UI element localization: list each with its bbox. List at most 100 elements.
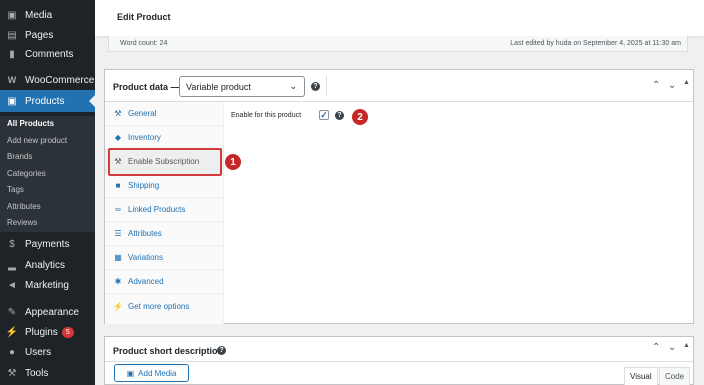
products-icon: ▣	[7, 95, 17, 107]
sidebar-item-label: Analytics	[25, 259, 66, 271]
sidebar-item-plugins[interactable]: ⚡ Plugins 5	[0, 321, 95, 343]
link-icon: ∞	[115, 205, 121, 214]
word-count-bar: Word count: 24 Last edited by huda on Se…	[108, 36, 688, 52]
sidebar-item-payments[interactable]: $ Payments	[0, 233, 95, 255]
plugins-icon: ⚡	[5, 326, 19, 338]
sidebar-item-users[interactable]: ● Users	[0, 341, 95, 363]
sidebar-item-label: Pages	[25, 29, 54, 41]
chevron-down-icon: ⌄	[289, 81, 297, 91]
checkmark-icon: ✓	[320, 109, 328, 120]
sidebar-item-appearance[interactable]: ✎ Appearance	[0, 301, 95, 323]
enable-for-product-label: Enable for this product	[231, 112, 302, 119]
word-count: Word count: 24	[120, 40, 168, 47]
submenu-add-new-product[interactable]: Add new product	[7, 136, 67, 145]
list-icon: ☰	[114, 229, 122, 238]
chevron-down-icon[interactable]: ⌄	[668, 342, 676, 353]
marketing-icon: ◄	[7, 279, 17, 291]
gear-icon: ✱	[114, 277, 122, 286]
submenu-all-products[interactable]: All Products	[7, 119, 54, 128]
submenu-tags[interactable]: Tags	[7, 185, 24, 194]
help-icon[interactable]: ?	[311, 82, 320, 91]
tab-inventory[interactable]: ◆ Inventory	[105, 126, 224, 150]
tab-attributes[interactable]: ☰ Attributes	[105, 222, 224, 246]
tab-label: General	[128, 109, 157, 118]
product-type-select[interactable]: Variable product ⌄	[179, 76, 305, 97]
sidebar-item-label: Payments	[25, 238, 70, 250]
short-description-title: Product short description	[113, 346, 224, 356]
woocommerce-icon: W	[7, 75, 17, 85]
chevron-up-icon[interactable]: ⌃	[652, 80, 660, 91]
tab-variations[interactable]: ▦ Variations	[105, 246, 224, 270]
sidebar-item-label: Appearance	[25, 306, 79, 318]
products-submenu: All Products Add new product Brands Cate…	[0, 116, 95, 232]
annotation-number-1: 1	[225, 154, 241, 170]
sidebar-item-label: Users	[25, 346, 52, 358]
submenu-brands[interactable]: Brands	[7, 152, 32, 161]
sidebar-item-label: Products	[25, 95, 65, 107]
sidebar-item-marketing[interactable]: ◄ Marketing	[0, 274, 95, 296]
last-edited: Last edited by huda on September 4, 2025…	[510, 40, 681, 47]
tab-label: Inventory	[128, 133, 161, 142]
product-type-value: Variable product	[186, 82, 251, 92]
sidebar-item-comments[interactable]: ▮ Comments	[0, 43, 95, 65]
tab-general[interactable]: ⚒ General	[105, 102, 224, 126]
tab-label: Attributes	[128, 229, 162, 238]
wrench-icon: ⚒	[114, 109, 122, 118]
users-icon: ●	[8, 346, 16, 358]
media-icon: ▣	[7, 9, 17, 21]
tab-shipping[interactable]: ■ Shipping	[105, 174, 224, 198]
sidebar-item-label: Media	[25, 9, 53, 21]
tab-label: Variations	[128, 253, 163, 262]
add-media-label: Add Media	[138, 368, 177, 378]
submenu-categories[interactable]: Categories	[7, 169, 46, 178]
help-icon[interactable]: ?	[217, 346, 226, 355]
add-media-button[interactable]: ▣ Add Media	[114, 364, 189, 382]
tab-visual[interactable]: Visual	[624, 367, 658, 385]
tab-linked-products[interactable]: ∞ Linked Products	[105, 198, 224, 222]
divider	[326, 76, 327, 96]
highlight-box	[108, 148, 222, 176]
product-data-title: Product data —	[113, 82, 180, 92]
analytics-icon: ▂	[8, 259, 16, 271]
tab-get-more-options[interactable]: ⚡ Get more options	[105, 294, 224, 318]
submenu-attributes[interactable]: Attributes	[7, 202, 41, 211]
tab-advanced[interactable]: ✱ Advanced	[105, 270, 224, 294]
sidebar-item-label: Marketing	[25, 279, 69, 291]
sidebar-item-label: Tools	[25, 367, 49, 379]
sidebar-item-label: Comments	[25, 48, 74, 60]
tab-label: Get more options	[128, 301, 190, 311]
sidebar-item-tools[interactable]: ⚒ Tools	[0, 362, 95, 384]
plugins-update-badge: 5	[61, 326, 74, 338]
tag-icon: ◆	[114, 133, 122, 142]
sidebar-item-woocommerce[interactable]: W WooCommerce	[0, 69, 95, 91]
tab-code[interactable]: Code	[659, 367, 691, 385]
chevron-up-icon[interactable]: ⌃	[652, 342, 660, 353]
divider	[105, 361, 693, 362]
page-title: Edit Product	[117, 12, 171, 22]
annotation-number-2: 2	[352, 109, 368, 125]
sidebar-item-analytics[interactable]: ▂ Analytics	[0, 254, 95, 276]
admin-sidebar: ▣ Media ▤ Pages ▮ Comments W WooCommerce ▣ Pr…	[0, 0, 95, 385]
product-data-tabs: ⚒ General ◆ Inventory ⚒ Enable Subscription…	[105, 102, 224, 324]
enable-for-product-checkbox[interactable]: ✓	[319, 110, 329, 120]
tools-icon: ⚒	[7, 367, 17, 379]
collapse-toggle-icon[interactable]: ▲	[683, 342, 690, 349]
pages-icon: ▤	[7, 29, 17, 41]
media-icon: ▣	[126, 368, 135, 378]
sidebar-item-media[interactable]: ▣ Media	[0, 4, 95, 26]
page-header: Edit Product	[95, 0, 704, 36]
short-description-panel: Product short description ? ⌃ ⌄ ▲ ▣ Add M…	[104, 336, 694, 385]
sidebar-item-label: Plugins	[25, 326, 58, 338]
grid-icon: ▦	[114, 253, 122, 262]
help-icon[interactable]: ?	[335, 111, 344, 120]
appearance-icon: ✎	[7, 306, 17, 318]
product-data-header: Product data — Variable product ⌄ ? ⌃ ⌄ …	[105, 70, 693, 102]
tab-label: Shipping	[128, 181, 160, 190]
product-data-panel: Product data — Variable product ⌄ ? ⌃ ⌄ …	[104, 69, 694, 324]
chevron-down-icon[interactable]: ⌄	[668, 80, 676, 91]
comments-icon: ▮	[9, 48, 15, 60]
truck-icon: ■	[115, 181, 121, 190]
collapse-toggle-icon[interactable]: ▲	[683, 79, 690, 86]
submenu-reviews[interactable]: Reviews	[7, 218, 37, 227]
sidebar-item-products[interactable]: ▣ Products	[0, 90, 95, 112]
